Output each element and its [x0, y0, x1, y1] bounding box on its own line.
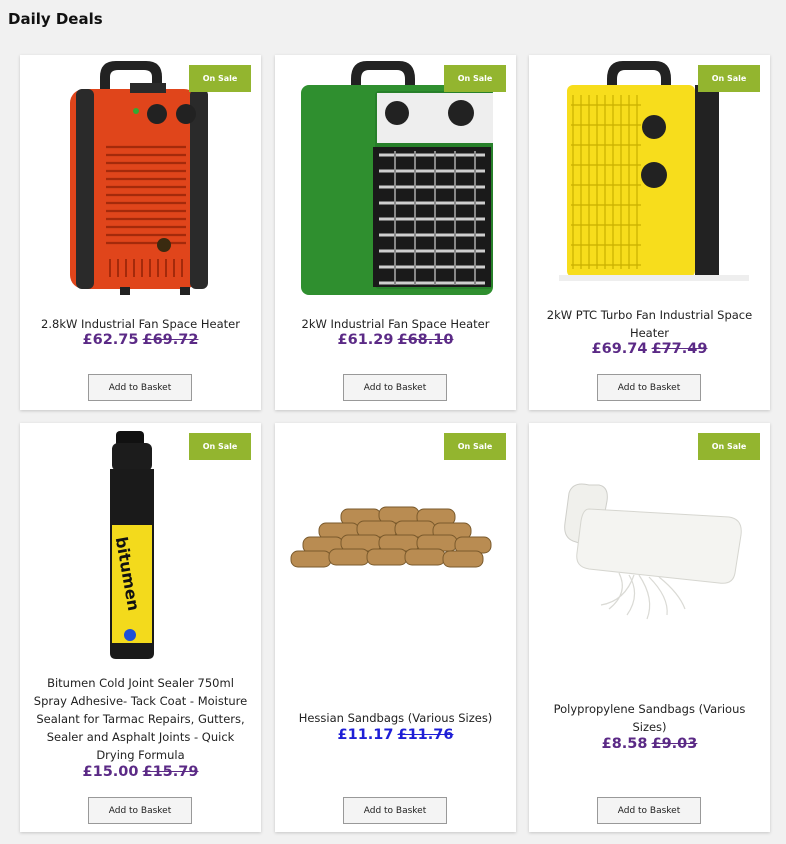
- product-image-green-heater[interactable]: [275, 55, 516, 305]
- sale-price: £69.74: [591, 341, 648, 357]
- add-to-basket-button[interactable]: Add to Basket: [343, 797, 447, 824]
- original-price: £11.76: [397, 727, 454, 743]
- product-price: £69.74 £77.49: [529, 341, 770, 357]
- add-to-basket-button[interactable]: Add to Basket: [597, 374, 701, 401]
- product-card[interactable]: On Sale 2kW Industrial Fan Space Heater …: [275, 55, 516, 410]
- sale-price: £61.29: [337, 332, 394, 348]
- product-name[interactable]: 2kW Industrial Fan Space Heater: [285, 315, 506, 333]
- on-sale-badge: On Sale: [444, 65, 506, 92]
- on-sale-badge: On Sale: [189, 65, 251, 92]
- product-image-orange-heater[interactable]: [20, 55, 261, 305]
- original-price: £9.03: [651, 736, 698, 752]
- sale-price: £15.00: [82, 764, 139, 780]
- product-name[interactable]: Hessian Sandbags (Various Sizes): [285, 709, 506, 727]
- add-to-basket-button[interactable]: Add to Basket: [88, 374, 192, 401]
- sale-price: £8.58: [601, 736, 648, 752]
- product-name[interactable]: Bitumen Cold Joint Sealer 750ml Spray Ad…: [30, 674, 251, 764]
- product-card[interactable]: On Sale Hessian Sandbags (Various Sizes)…: [275, 423, 516, 832]
- product-name[interactable]: Polypropylene Sandbags (Various Sizes): [539, 700, 760, 736]
- on-sale-badge: On Sale: [444, 433, 506, 460]
- product-price: £61.29 £68.10: [275, 332, 516, 348]
- original-price: £15.79: [142, 764, 199, 780]
- section-title: Daily Deals: [8, 10, 103, 28]
- product-name[interactable]: 2.8kW Industrial Fan Space Heater: [30, 315, 251, 333]
- product-image-yellow-heater[interactable]: [529, 55, 770, 305]
- original-price: £77.49: [651, 341, 708, 357]
- on-sale-badge: On Sale: [698, 65, 760, 92]
- add-to-basket-button[interactable]: Add to Basket: [597, 797, 701, 824]
- original-price: £69.72: [142, 332, 199, 348]
- product-price: £15.00 £15.79: [20, 764, 261, 780]
- product-price: £11.17 £11.76: [275, 727, 516, 743]
- on-sale-badge: On Sale: [189, 433, 251, 460]
- add-to-basket-button[interactable]: Add to Basket: [88, 797, 192, 824]
- product-card[interactable]: bitumen On Sale Bitumen Cold Joint Seale…: [20, 423, 261, 832]
- product-price: £8.58 £9.03: [529, 736, 770, 752]
- original-price: £68.10: [397, 332, 454, 348]
- product-card[interactable]: On Sale 2kW PTC Turbo Fan Industrial Spa…: [529, 55, 770, 410]
- on-sale-badge: On Sale: [698, 433, 760, 460]
- sale-price: £62.75: [82, 332, 139, 348]
- sale-price: £11.17: [337, 727, 394, 743]
- add-to-basket-button[interactable]: Add to Basket: [343, 374, 447, 401]
- product-card[interactable]: On Sale 2.8kW Industrial Fan Space Heate…: [20, 55, 261, 410]
- product-card[interactable]: On Sale Polypropylene Sandbags (Various …: [529, 423, 770, 832]
- product-price: £62.75 £69.72: [20, 332, 261, 348]
- product-name[interactable]: 2kW PTC Turbo Fan Industrial Space Heate…: [539, 306, 760, 342]
